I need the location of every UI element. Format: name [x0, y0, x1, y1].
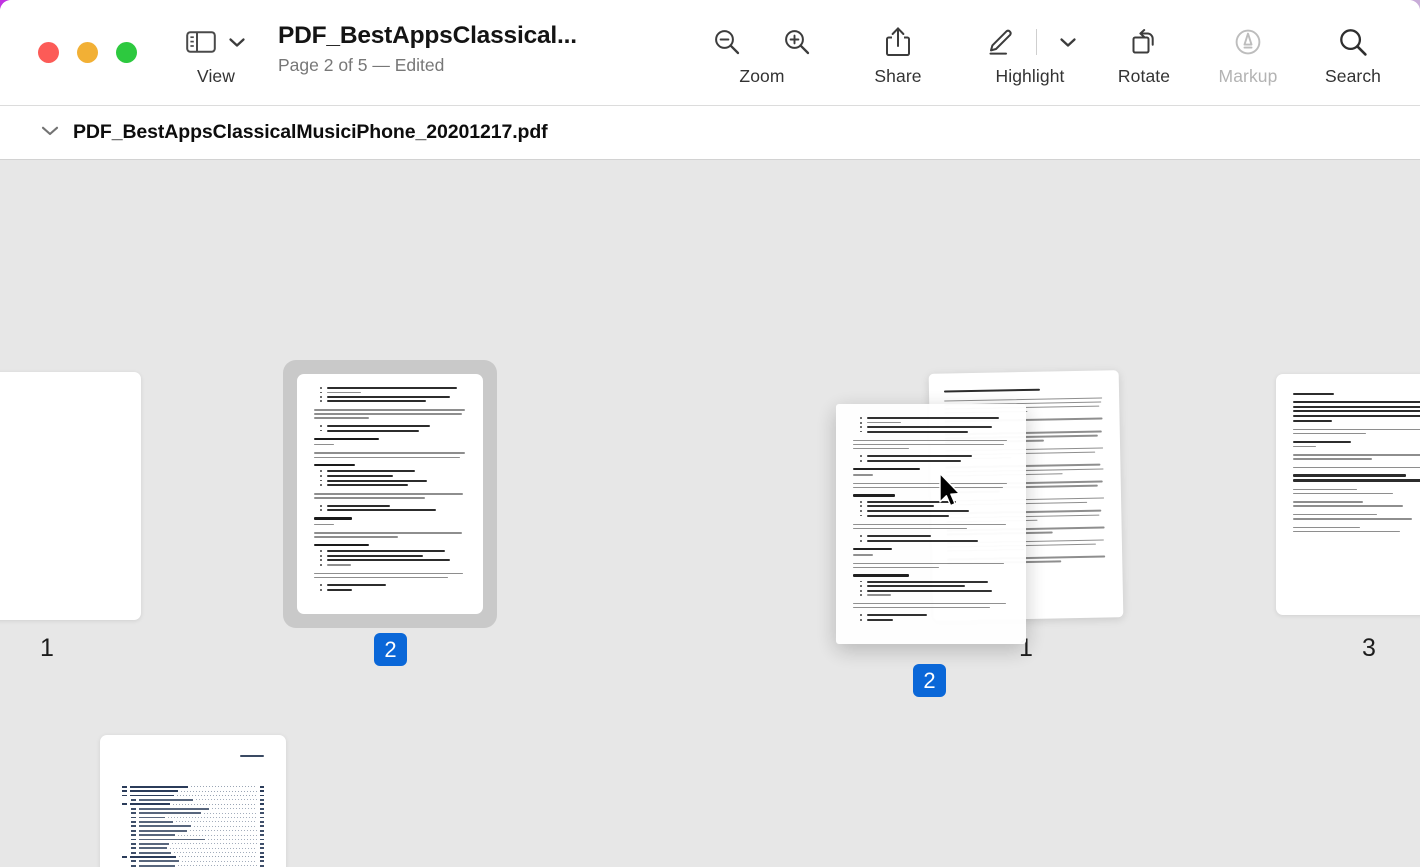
share-icon[interactable]: [883, 25, 913, 59]
search-toolbar-item[interactable]: Search: [1310, 18, 1396, 86]
title-block: PDF_BestAppsClassical... Page 2 of 5 — E…: [278, 22, 577, 76]
markup-icon: [1232, 26, 1264, 58]
minimize-button[interactable]: [77, 42, 98, 63]
thumbnail-page-3-right[interactable]: [1276, 374, 1420, 615]
window-toolbar: View PDF_BestAppsClassical... Page 2 of …: [0, 0, 1420, 106]
highlight-label: Highlight: [995, 66, 1065, 86]
thumbnail-page-content: [1276, 374, 1420, 615]
highlight-toolbar-item[interactable]: Highlight: [962, 18, 1098, 86]
search-icon[interactable]: [1336, 25, 1370, 59]
rotate-label: Rotate: [1117, 66, 1171, 86]
view-label: View: [196, 66, 235, 86]
document-filename: PDF_BestAppsClassicalMusiciPhone_2020121…: [73, 121, 548, 143]
zoom-in-icon[interactable]: [781, 26, 813, 58]
zoom-button[interactable]: [116, 42, 137, 63]
share-toolbar-item[interactable]: Share: [856, 18, 940, 86]
thumbnail-page-1-left[interactable]: [0, 372, 141, 620]
markup-label: Markup: [1218, 66, 1278, 86]
toolbar-divider: [1035, 29, 1037, 55]
zoom-label: Zoom: [739, 66, 785, 86]
document-pathbar[interactable]: PDF_BestAppsClassicalMusiciPhone_2020121…: [0, 106, 1420, 160]
dragged-thumbnail-page-2[interactable]: [836, 404, 1026, 644]
thumbnail-canvas[interactable]: 1 2 1 2 3: [0, 160, 1420, 867]
thumbnail-page-number: 3: [1362, 634, 1376, 662]
close-button[interactable]: [38, 42, 59, 63]
rotate-icon[interactable]: [1129, 27, 1159, 57]
dragged-thumbnail-badge: 2: [913, 664, 946, 697]
highlight-pen-icon[interactable]: [984, 27, 1014, 57]
thumbnail-page-content: [836, 404, 1026, 644]
thumbnail-page-number: 1: [40, 634, 54, 662]
search-label: Search: [1324, 66, 1382, 86]
thumbnail-page-content: [297, 374, 483, 614]
thumbnail-page-2-main[interactable]: [297, 374, 483, 614]
markup-toolbar-item: Markup: [1202, 18, 1294, 86]
view-toolbar-item[interactable]: View: [186, 18, 246, 86]
rotate-toolbar-item[interactable]: Rotate: [1104, 18, 1184, 86]
page-subtitle: Page 2 of 5 — Edited: [278, 55, 445, 75]
sidebar-view-icon[interactable]: [186, 30, 216, 54]
thumbnail-page-badge: 2: [374, 633, 407, 666]
thumbnail-page-content: [100, 735, 286, 867]
preview-window: View PDF_BestAppsClassical... Page 2 of …: [0, 0, 1420, 868]
chevron-down-icon[interactable]: [228, 36, 246, 48]
share-label: Share: [874, 66, 922, 86]
chevron-down-icon[interactable]: [1059, 36, 1077, 48]
traffic-lights: [38, 42, 137, 63]
page-title: PDF_BestAppsClassical...: [278, 22, 577, 49]
thumbnail-page-3-bottom[interactable]: [100, 735, 286, 867]
chevron-down-icon[interactable]: [40, 124, 60, 142]
zoom-toolbar-item[interactable]: Zoom: [692, 18, 832, 86]
zoom-out-icon[interactable]: [711, 26, 743, 58]
